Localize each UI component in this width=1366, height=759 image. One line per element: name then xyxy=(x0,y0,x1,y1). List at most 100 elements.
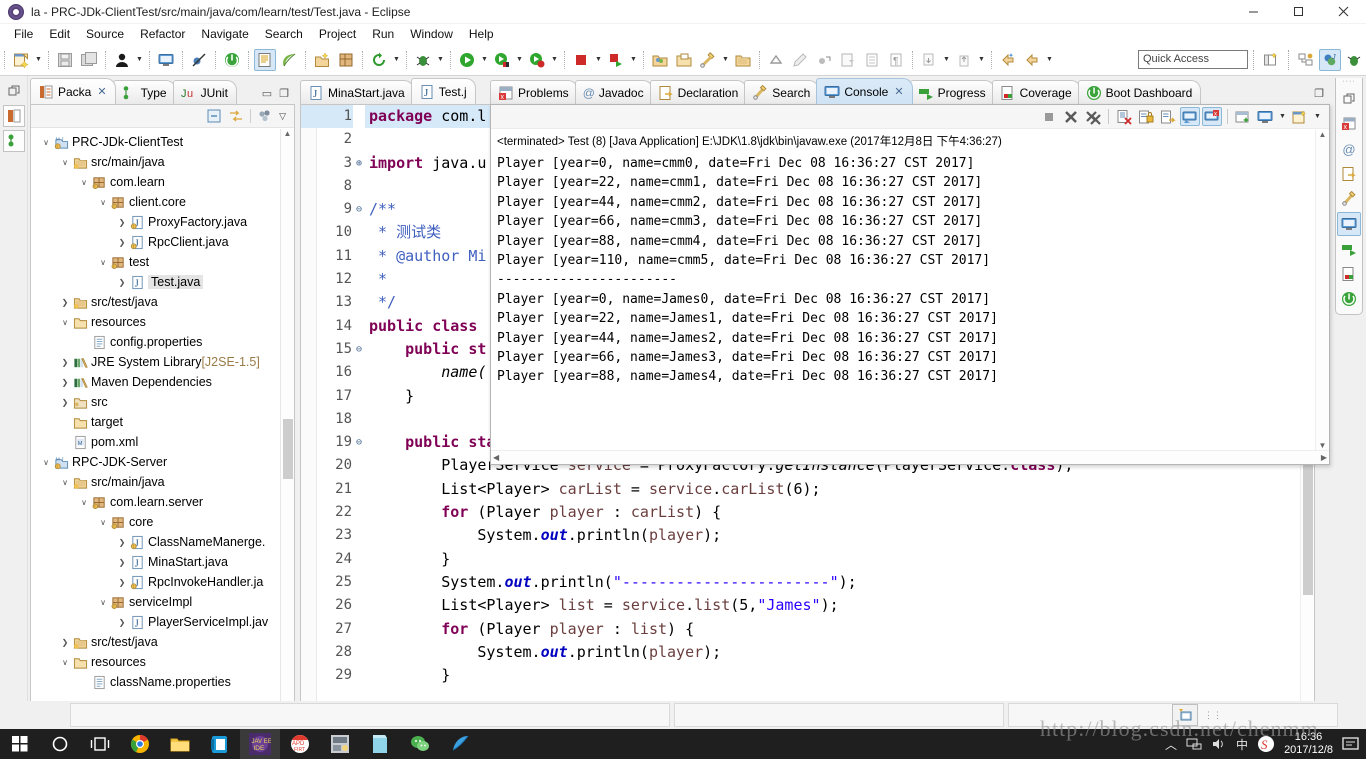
run-dropdown-icon[interactable]: ▼ xyxy=(479,49,490,71)
display-selected-console-icon[interactable] xyxy=(1180,107,1200,126)
tree-item[interactable]: ❯ src/test/java xyxy=(31,632,280,652)
next-annotation-icon[interactable] xyxy=(813,49,835,71)
apd-first-icon[interactable]: APD FIRT xyxy=(280,729,320,759)
leaf-icon[interactable] xyxy=(278,49,300,71)
scroll-thumb[interactable] xyxy=(283,419,293,479)
stop-dropdown-icon[interactable]: ▼ xyxy=(593,49,604,71)
tree-item[interactable]: ❯ J! RpcInvokeHandler.ja xyxy=(31,572,280,592)
file-explorer-icon[interactable] xyxy=(160,729,200,759)
run-as-dropdown-icon[interactable]: ▼ xyxy=(549,49,560,71)
next-annotation2-icon[interactable] xyxy=(918,49,940,71)
scroll-down-icon[interactable]: ▼ xyxy=(1319,441,1327,450)
code-line[interactable]: 24 } xyxy=(301,548,1300,571)
console-fastview-icon[interactable] xyxy=(1337,212,1361,236)
console-display-icon[interactable] xyxy=(1255,107,1275,126)
scroll-left-icon[interactable]: ◀ xyxy=(493,453,499,462)
tree-item[interactable]: ❯ J PlayerServiceImpl.jav xyxy=(31,612,280,632)
open-task-icon[interactable] xyxy=(732,49,754,71)
code-line[interactable]: 29 } xyxy=(301,664,1300,687)
tab-declaration[interactable]: Declaration xyxy=(649,80,748,104)
code-line[interactable]: 23 System.out.println(player); xyxy=(301,524,1300,547)
open-new-console-icon[interactable] xyxy=(1290,107,1310,126)
tree-item[interactable]: ∨! core xyxy=(31,512,280,532)
open-type-icon[interactable] xyxy=(254,48,276,71)
tree-item[interactable]: ❯ JRE System Library [J2SE-1.5] xyxy=(31,352,280,372)
view-menu-chevron-icon[interactable]: ▽ xyxy=(279,111,286,122)
link-with-editor-icon[interactable] xyxy=(228,108,244,124)
maximize-view-icon[interactable]: ❐ xyxy=(279,87,289,100)
remove-all-launches-icon[interactable] xyxy=(1083,107,1103,126)
person-icon[interactable] xyxy=(111,49,133,71)
new-wizard-icon[interactable] xyxy=(10,49,32,71)
tree-vertical-scrollbar[interactable]: ▲ ▼ xyxy=(280,129,294,759)
tree-item[interactable]: target xyxy=(31,412,280,432)
tree-item[interactable]: ∨ resources xyxy=(31,652,280,672)
remove-launch-icon[interactable] xyxy=(1061,107,1081,126)
debug-dropdown-icon[interactable]: ▼ xyxy=(435,49,446,71)
tab-type-hierarchy[interactable]: Type xyxy=(112,80,176,104)
chevron-right-icon[interactable]: ❯ xyxy=(58,358,72,367)
tree-item[interactable]: ❯ J! RpcClient.java xyxy=(31,232,280,252)
chevron-down-icon[interactable]: ∨ xyxy=(77,498,91,507)
chrome-icon[interactable] xyxy=(120,729,160,759)
forward-history-icon[interactable] xyxy=(1021,49,1043,71)
run-coverage-icon[interactable] xyxy=(491,49,513,71)
tab-test-java[interactable]: J Test.j xyxy=(410,78,476,104)
chevron-right-icon[interactable]: ❯ xyxy=(115,618,129,627)
tree-item[interactable]: ∨! test xyxy=(31,252,280,272)
chevron-down-icon[interactable]: ∨ xyxy=(39,458,53,467)
run-as-icon[interactable] xyxy=(526,49,548,71)
restore-view-icon[interactable]: ❐ xyxy=(1314,87,1324,100)
run-icon[interactable] xyxy=(456,49,478,71)
menu-help[interactable]: Help xyxy=(461,25,502,43)
chevron-right-icon[interactable]: ❯ xyxy=(58,298,72,307)
chevron-right-icon[interactable]: ❯ xyxy=(115,238,129,247)
search-fastview-icon[interactable] xyxy=(1337,187,1361,211)
tree-item[interactable]: ❯ J Test.java xyxy=(31,272,280,292)
collapse-all-icon[interactable] xyxy=(206,108,222,124)
back-history-icon[interactable] xyxy=(997,49,1019,71)
chevron-down-icon[interactable]: ∨ xyxy=(96,258,110,267)
code-line[interactable]: 27 for (Player player : list) { xyxy=(301,618,1300,641)
tab-progress[interactable]: Progress xyxy=(909,80,995,104)
boot-dashboard-fastview-icon[interactable] xyxy=(1337,287,1361,311)
search-toolbar-icon[interactable] xyxy=(697,49,719,71)
type-hierarchy-fastview-icon[interactable] xyxy=(2,130,25,152)
chevron-down-icon[interactable]: ∨ xyxy=(96,598,110,607)
stop-icon[interactable] xyxy=(570,49,592,71)
code-line[interactable]: 28 System.out.println(player); xyxy=(301,641,1300,664)
tree-item[interactable]: ∨! client.core xyxy=(31,192,280,212)
task-view-icon[interactable] xyxy=(80,729,120,759)
chevron-down-icon[interactable]: ∨ xyxy=(58,478,72,487)
fold-collapse-icon[interactable]: ⊖ xyxy=(353,431,365,454)
tab-boot-dashboard[interactable]: Boot Dashboard xyxy=(1077,80,1202,104)
chevron-down-icon[interactable]: ∨ xyxy=(58,158,72,167)
chevron-down-icon[interactable]: ∨ xyxy=(96,198,110,207)
toggle-block-selection-icon[interactable] xyxy=(861,49,883,71)
legacy-app-icon[interactable] xyxy=(320,729,360,759)
person-dropdown-icon[interactable]: ▼ xyxy=(134,49,145,71)
tree-item[interactable]: ❯ J! ProxyFactory.java xyxy=(31,212,280,232)
spring-boot-icon[interactable] xyxy=(221,49,243,71)
show-whitespace-icon[interactable]: ¶ xyxy=(885,49,907,71)
close-button[interactable] xyxy=(1321,0,1366,24)
chevron-right-icon[interactable]: ❯ xyxy=(58,638,72,647)
menu-search[interactable]: Search xyxy=(257,25,311,43)
menu-edit[interactable]: Edit xyxy=(41,25,78,43)
tab-junit[interactable]: Ju JUnit xyxy=(172,80,237,104)
declaration-fastview-icon[interactable] xyxy=(1337,162,1361,186)
chevron-down-icon[interactable]: ∨ xyxy=(58,318,72,327)
notes-app-icon[interactable] xyxy=(360,729,400,759)
pin-console-icon[interactable] xyxy=(1158,107,1178,126)
chevron-down-icon[interactable]: ∨ xyxy=(39,138,53,147)
open-perspective-icon[interactable] xyxy=(1260,49,1282,71)
chevron-down-icon[interactable]: ∨ xyxy=(58,658,72,667)
minimize-button[interactable] xyxy=(1231,0,1276,24)
fold-expand-icon[interactable]: ⊕ xyxy=(353,152,365,175)
tree-item[interactable]: Mpom.xml xyxy=(31,432,280,452)
tab-javadoc[interactable]: @ Javadoc xyxy=(574,80,653,104)
restore-right-icon[interactable] xyxy=(1337,87,1361,111)
close-icon[interactable]: ✕ xyxy=(894,85,903,98)
chevron-right-icon[interactable]: ❯ xyxy=(115,538,129,547)
javadoc-fastview-icon[interactable]: @ xyxy=(1337,137,1361,161)
